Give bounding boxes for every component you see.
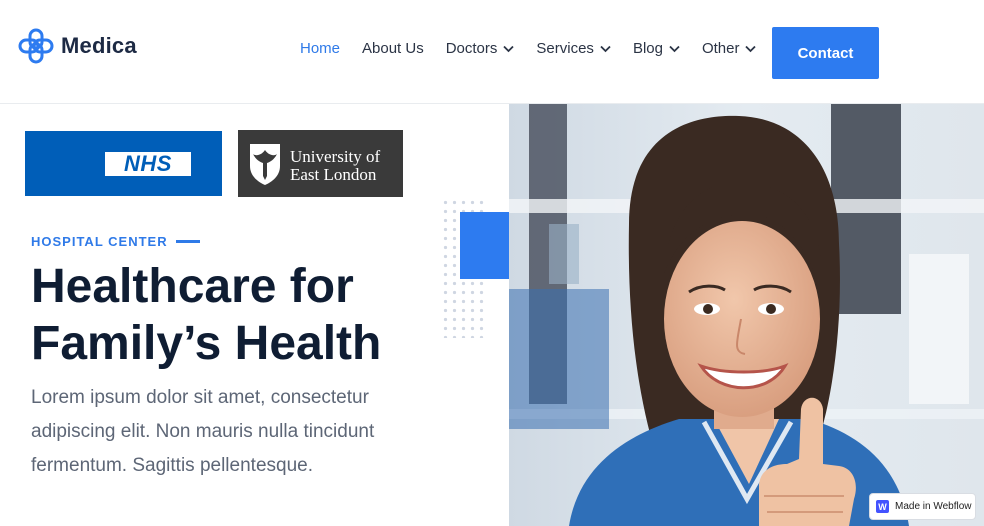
crest-icon <box>250 144 280 185</box>
nav-item-about-us[interactable]: About Us <box>362 40 424 57</box>
nurse-photo <box>509 104 984 526</box>
eyebrow: HOSPITAL CENTER <box>31 234 200 249</box>
main-nav: Home About Us Doctors Services Blog Othe… <box>300 40 778 57</box>
university-of-east-london-logo: University of East London <box>238 130 403 197</box>
nav-item-services[interactable]: Services <box>536 40 611 57</box>
hero-headline: Healthcare for Family’s Health <box>31 258 451 372</box>
nhs-logo: NHS <box>25 131 222 196</box>
site-header: Medica Home About Us Doctors Services Bl… <box>0 0 984 104</box>
nav-item-label: Other <box>701 40 740 57</box>
nav-item-label: Blog <box>632 40 663 57</box>
hero-image <box>509 104 984 526</box>
chevron-down-icon <box>669 45 680 52</box>
chevron-down-icon <box>745 45 757 52</box>
nav-item-blog[interactable]: Blog <box>633 40 680 57</box>
webflow-icon: W <box>876 500 889 513</box>
nav-item-other[interactable]: Other <box>702 40 757 57</box>
badge-label: Made in Webflow <box>895 501 972 512</box>
nav-item-doctors[interactable]: Doctors <box>446 40 515 57</box>
medical-cross-outline-icon <box>18 28 54 64</box>
uel-line-2: East London <box>290 165 377 184</box>
made-in-webflow-badge[interactable]: W Made in Webflow <box>869 493 976 520</box>
hero-body: Lorem ipsum dolor sit amet, consectetur … <box>31 387 375 476</box>
nhs-wordmark-text: NHS <box>124 151 172 176</box>
nav-item-label: Services <box>536 40 594 57</box>
uel-line-1: University of <box>290 147 381 166</box>
chevron-down-icon <box>600 45 611 52</box>
nav-item-label: About Us <box>362 40 424 57</box>
nhs-wordmark: NHS <box>105 151 191 176</box>
brand-name: Medica <box>61 33 137 58</box>
uel-wordmark: University of East London <box>290 148 380 184</box>
nav-item-home[interactable]: Home <box>300 40 340 57</box>
eyebrow-text: HOSPITAL CENTER <box>31 234 168 249</box>
headline-line-1: Healthcare for <box>31 260 354 313</box>
eyebrow-bar <box>175 240 200 243</box>
headline-line-2: Family’s Health <box>31 317 382 370</box>
contact-button[interactable]: Contact <box>772 27 879 79</box>
chevron-down-icon <box>503 45 515 52</box>
brand-logo[interactable]: Medica <box>18 28 137 64</box>
nav-item-label: Doctors <box>445 40 498 57</box>
nav-item-label: Home <box>300 40 341 57</box>
